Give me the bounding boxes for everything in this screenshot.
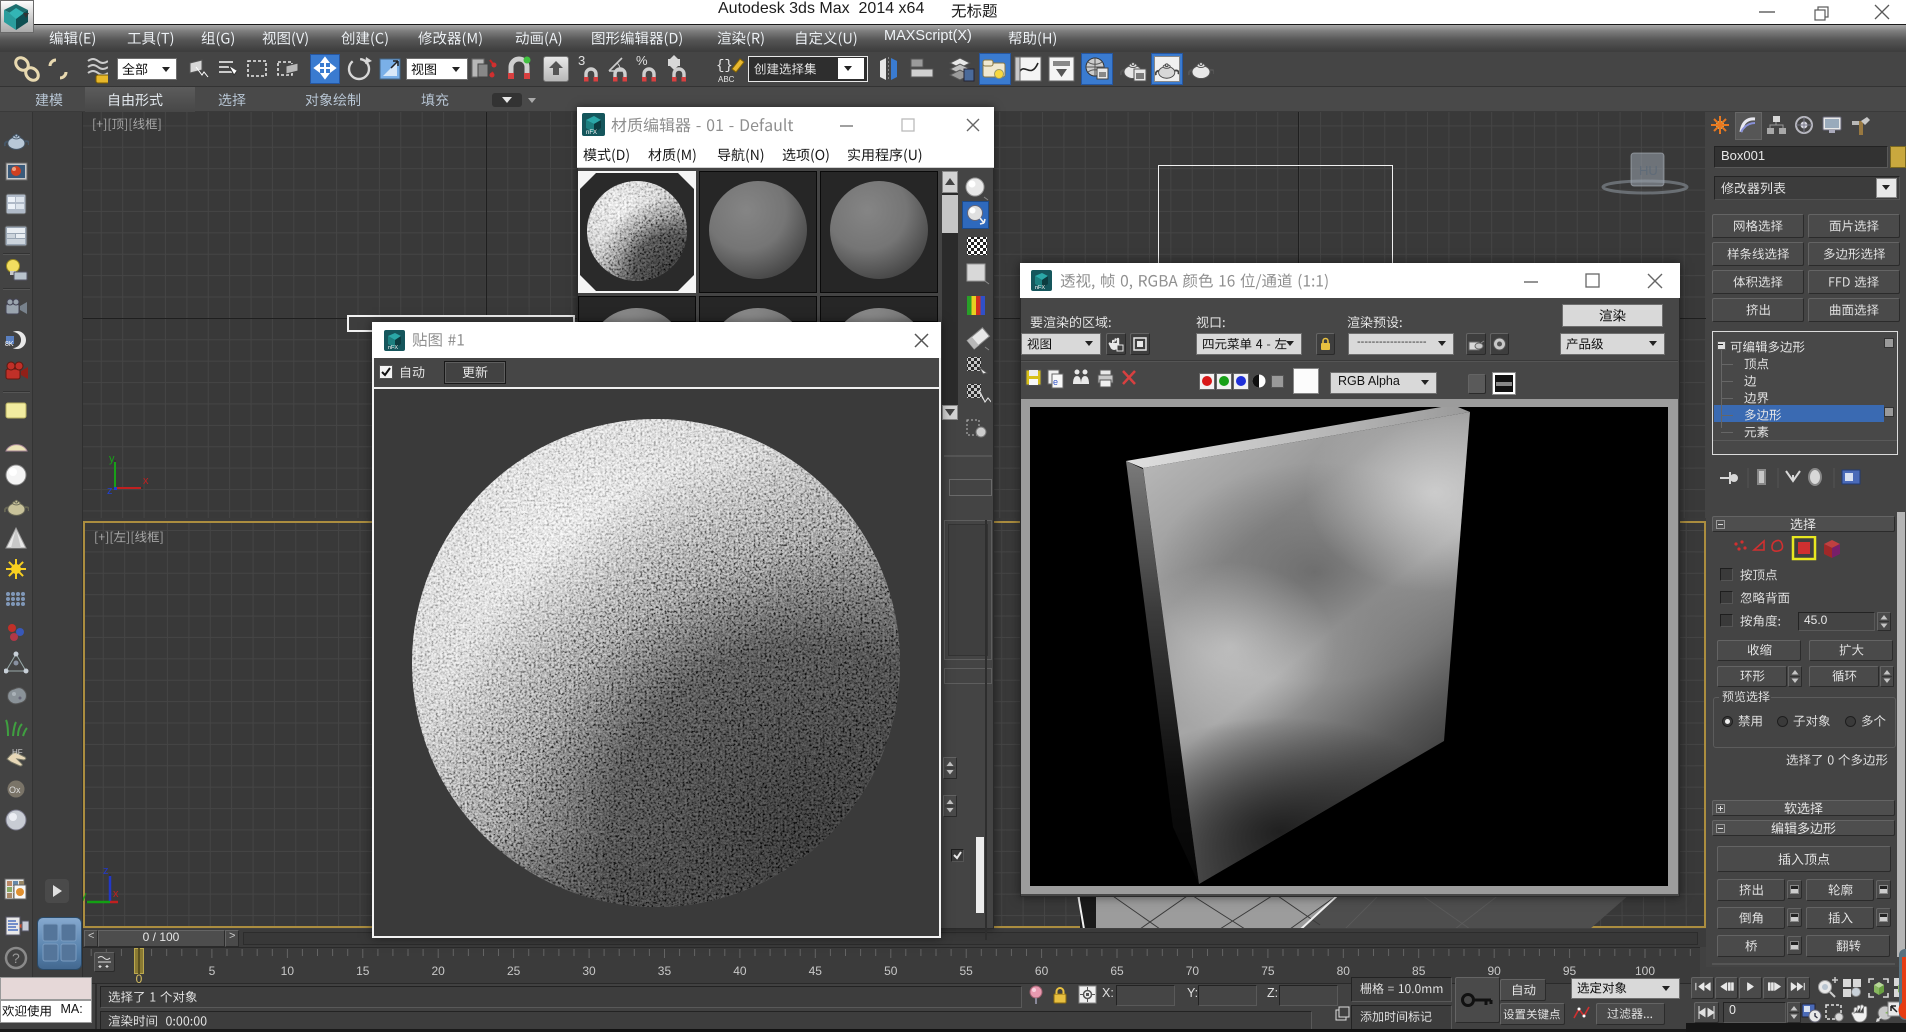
svg-text:HF: HF [12, 748, 23, 757]
svg-text:y: y [109, 453, 115, 465]
svg-text:x: x [143, 475, 149, 487]
svg-text:%: % [636, 55, 648, 68]
svg-text:Ox: Ox [9, 785, 21, 795]
svg-text:nFX: nFX [388, 345, 398, 351]
svg-text:3: 3 [578, 55, 585, 68]
svg-text:ABC: ABC [718, 75, 735, 84]
svg-text:?: ? [12, 950, 20, 966]
svg-text:e: e [1053, 377, 1058, 387]
svg-text:nFX: nFX [1035, 285, 1045, 291]
svg-text:x: x [113, 888, 119, 900]
svg-text:z: z [107, 485, 113, 497]
svg-text:{}: {} [716, 58, 733, 74]
svg-text:8K: 8K [5, 341, 14, 348]
svg-text:nFX: nFX [586, 130, 597, 136]
svg-text:HU: HU [1639, 163, 1658, 178]
svg-text:z: z [103, 865, 109, 877]
